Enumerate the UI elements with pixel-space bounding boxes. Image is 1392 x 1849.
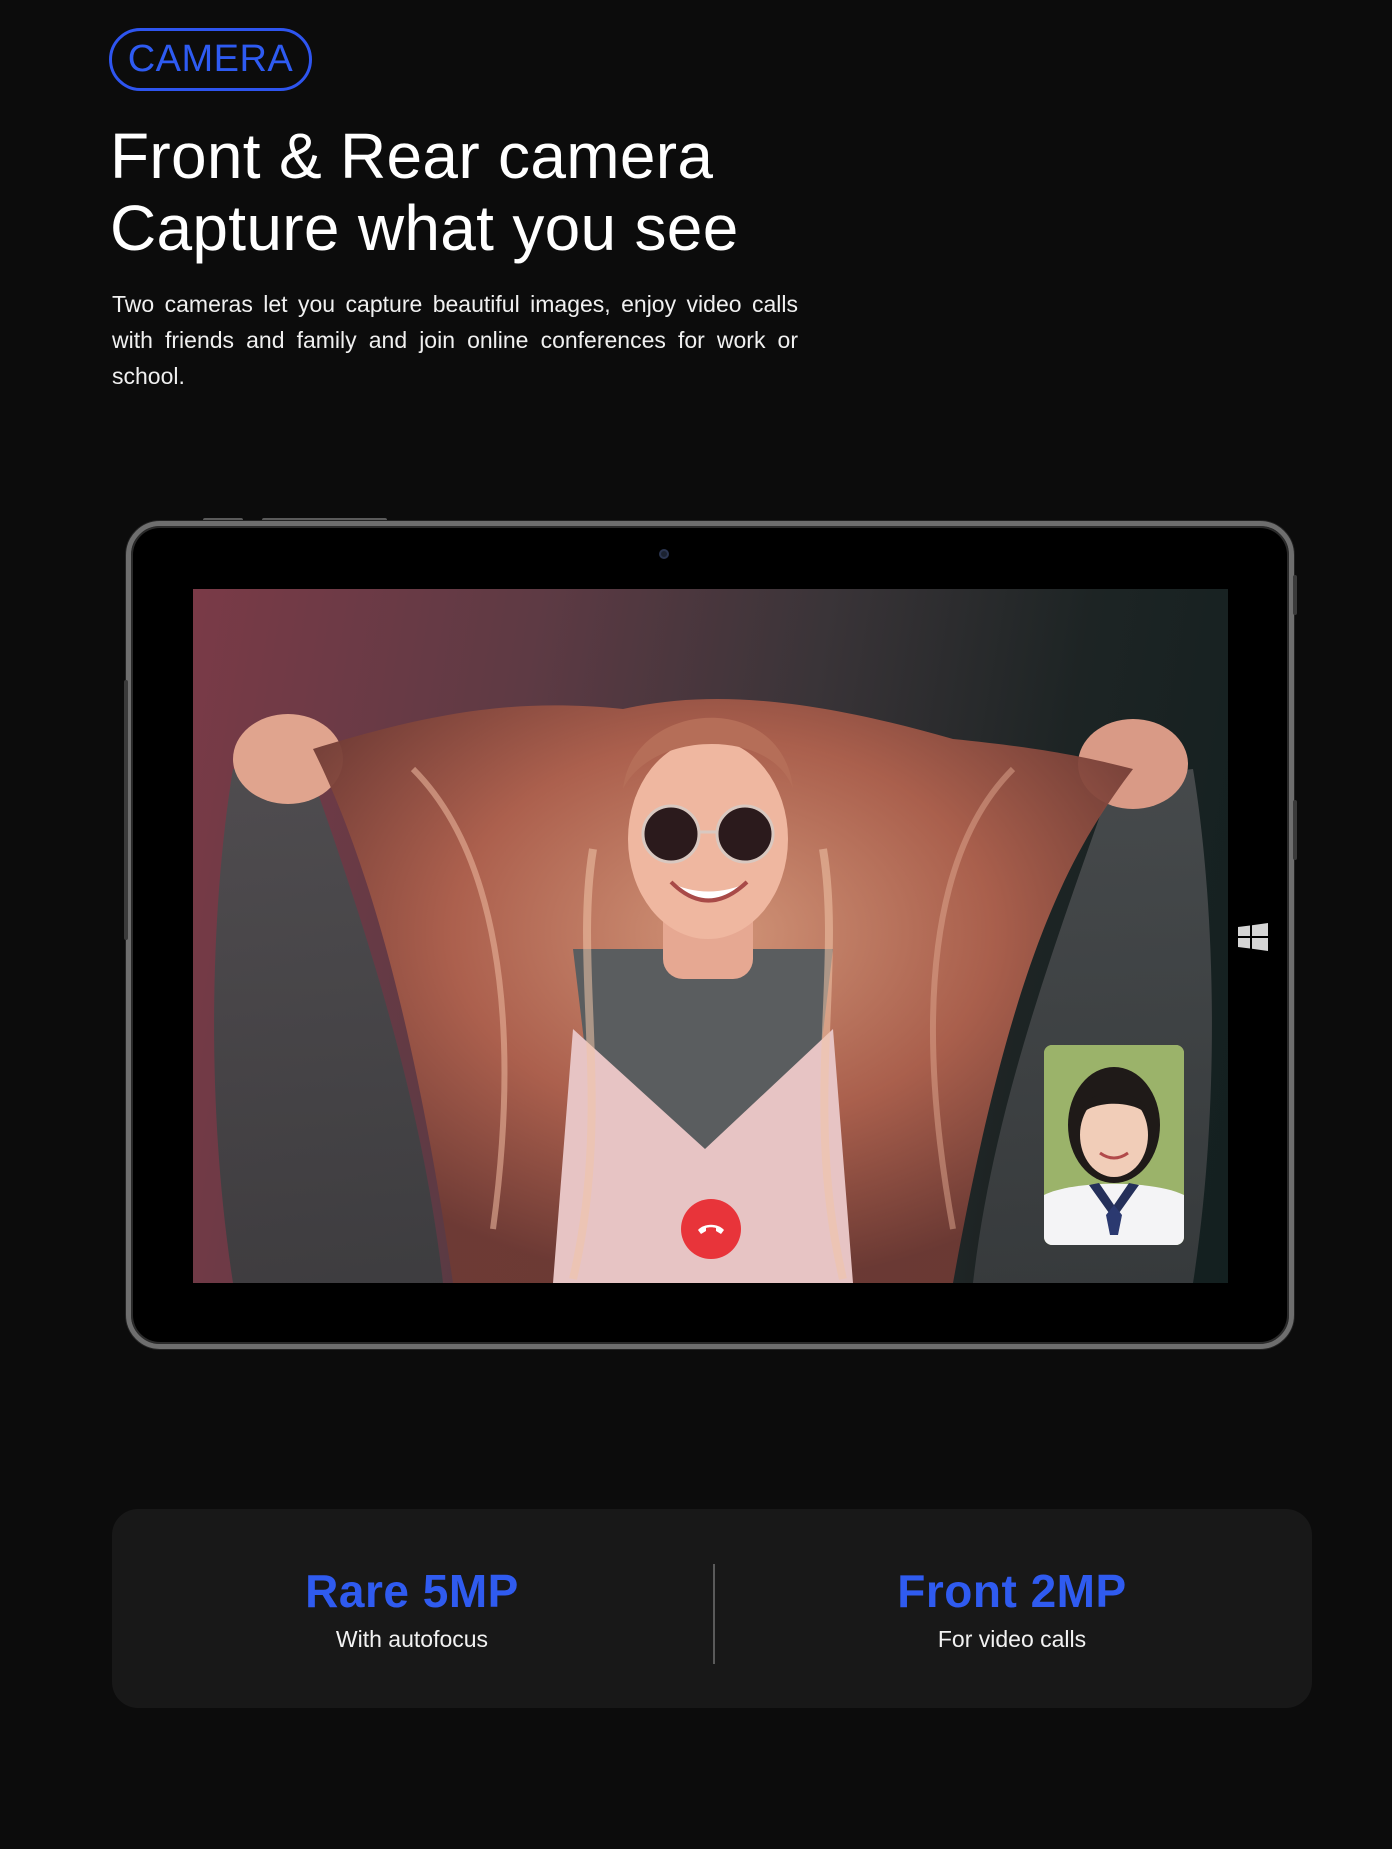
page: CAMERA Front & Rear camera Capture what … — [0, 0, 1392, 1849]
tablet-side-port — [1293, 800, 1297, 860]
self-view-photo — [1044, 1045, 1184, 1245]
headline-line-2: Capture what you see — [110, 192, 739, 264]
camera-specs-panel: Rare 5MP With autofocus Front 2MP For vi… — [112, 1509, 1312, 1708]
rear-camera-subtitle: With autofocus — [335, 1626, 489, 1652]
front-camera-icon — [659, 549, 669, 559]
headline: Front & Rear camera Capture what you see — [110, 120, 739, 264]
windows-logo-icon[interactable] — [1238, 923, 1268, 951]
camera-badge: CAMERA — [109, 28, 312, 91]
front-camera-subtitle: For video calls — [937, 1626, 1087, 1652]
rear-camera-spec: Rare 5MP With autofocus — [112, 1564, 712, 1654]
phone-hangup-icon — [698, 1224, 724, 1234]
description: Two cameras let you capture beautiful im… — [112, 291, 798, 389]
end-call-button[interactable] — [681, 1199, 741, 1259]
tablet-left-edge — [124, 680, 128, 940]
tablet-side-port — [1293, 575, 1297, 615]
headline-line-1: Front & Rear camera — [110, 120, 714, 192]
self-view-video[interactable] — [1044, 1045, 1184, 1245]
rear-camera-title: Rare 5MP — [305, 1565, 519, 1617]
front-camera-title: Front 2MP — [897, 1565, 1127, 1617]
front-camera-spec: Front 2MP For video calls — [712, 1564, 1312, 1654]
